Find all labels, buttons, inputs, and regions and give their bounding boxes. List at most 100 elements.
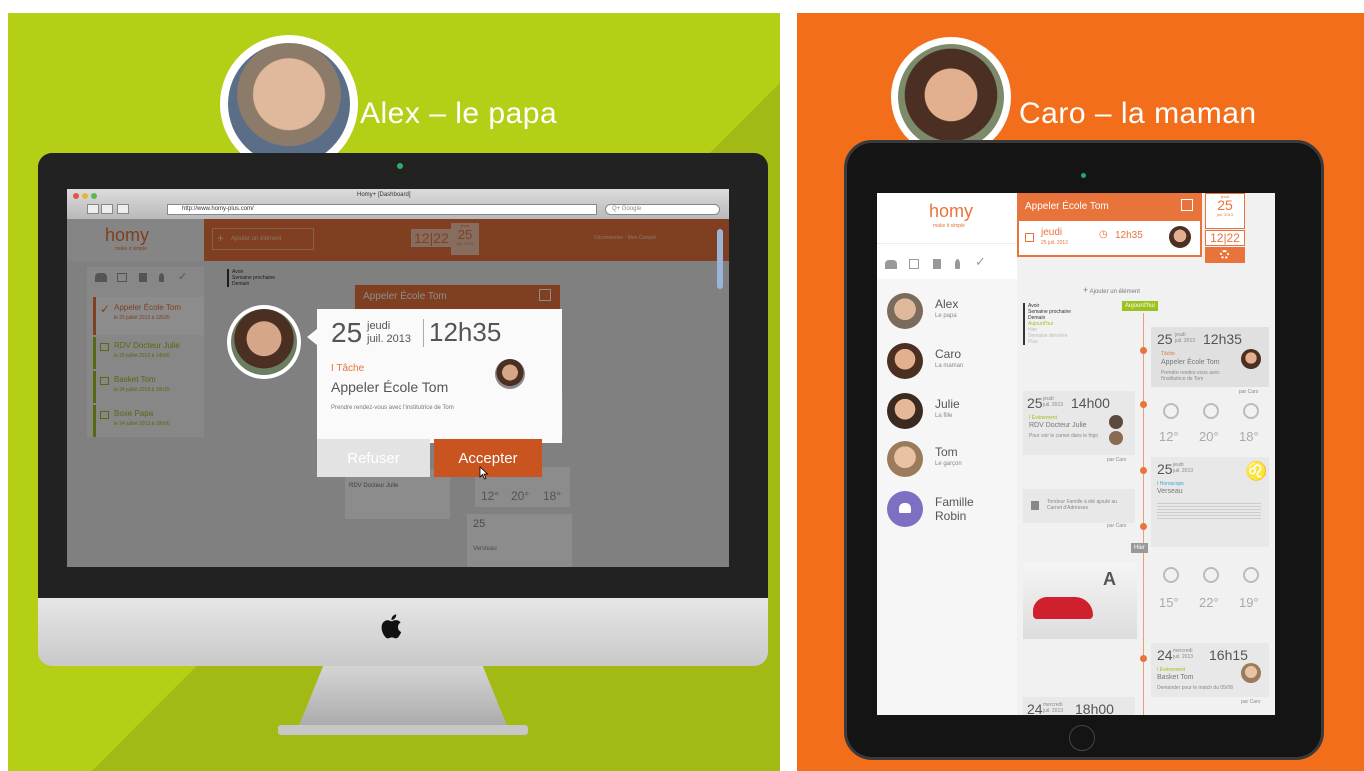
side-clock: 12|22 [1205, 230, 1245, 246]
caro-avatar [887, 343, 923, 379]
stage: Alex – le papa Homy+ [Dashboard] http://… [0, 0, 1364, 771]
card-day: 25 [1157, 461, 1173, 477]
card-author: par Caro [1107, 457, 1127, 463]
advertisement-image[interactable]: A [1023, 563, 1137, 639]
popup-pointer [307, 329, 317, 345]
card-desc: Demander pour le match du 05/08 [1157, 685, 1233, 691]
sidebar-person-caro[interactable]: Caro La maman [883, 341, 1008, 385]
ipad-sidebar: homy make it simple ✓ Alex Le papa Caro … [877, 193, 1017, 715]
card-time: 14h00 [1071, 395, 1110, 411]
refuse-button[interactable]: Refuser [317, 439, 430, 477]
card-author: par Caro [1239, 389, 1259, 395]
card-month: juil. 2013 [1043, 402, 1064, 408]
header-time: 12h35 [1115, 230, 1143, 241]
card-time: 12h35 [1203, 331, 1242, 347]
browser-search-field[interactable]: Q+ Google [605, 204, 720, 215]
calendar-icon [1025, 233, 1034, 242]
settings-button[interactable] [1205, 247, 1245, 263]
alex-avatar [228, 43, 350, 165]
card-time: 16h15 [1209, 647, 1248, 663]
person-name: Julie [935, 397, 960, 411]
user-avatar [1109, 415, 1123, 429]
back-button[interactable] [87, 204, 99, 214]
ipad-logo-area: homy make it simple [877, 193, 1017, 243]
close-window-icon[interactable] [73, 193, 79, 199]
cloud-icon [1243, 403, 1259, 419]
location-icon[interactable] [955, 259, 960, 269]
homy-logo-subtitle: make it simple [933, 223, 965, 229]
card-time: 18h00 [1075, 701, 1114, 715]
imac-screen: Homy+ [Dashboard] http://www.homy-plus.c… [67, 189, 729, 567]
reload-button[interactable] [117, 204, 129, 214]
popup-weekday: jeudi [367, 320, 391, 332]
timeline-task-card[interactable]: 25 jeudi juil. 2013 12h35 Tâche Appeler … [1151, 327, 1269, 387]
weather-temp: 18° [1239, 429, 1259, 444]
header-date: 25 juil. 2013 [1041, 240, 1068, 246]
card-day: 25 [1157, 331, 1173, 347]
minimize-window-icon[interactable] [82, 193, 88, 199]
popup-time: 12h35 [429, 317, 502, 347]
forward-button[interactable] [101, 204, 113, 214]
popup-day: 25 [331, 317, 363, 348]
filter-item[interactable]: Plus [1028, 339, 1071, 345]
imac-camera [397, 163, 403, 169]
timeline-dot [1140, 347, 1147, 354]
contact-card-icon [1031, 501, 1039, 510]
card-title: Appeler École Tom [1161, 359, 1220, 366]
edit-icon[interactable] [1181, 199, 1193, 211]
homy-logo[interactable]: homy [929, 201, 973, 222]
sidebar-person-famille[interactable]: Famille Robin [883, 489, 1008, 533]
notes-icon[interactable] [933, 259, 941, 269]
user-avatar [1109, 431, 1123, 445]
clock-icon: ◷ [1099, 229, 1108, 240]
user-avatar [1169, 226, 1191, 248]
group-icon-shape [899, 503, 911, 513]
person-name: Famille Robin [935, 495, 974, 523]
person-role: La fille [935, 413, 953, 419]
url-field[interactable]: http://www.homy-plus.com/ [167, 204, 597, 215]
sun-icon [1163, 567, 1179, 583]
popup-description: Prendre rendez-vous avec l'institutrice … [331, 405, 454, 411]
tom-avatar [887, 441, 923, 477]
caro-persona-label: Caro – la maman [1019, 97, 1257, 130]
imac-base [278, 725, 528, 735]
card-month: juil. 2013 [1173, 468, 1194, 474]
card-author: par Caro [1241, 699, 1261, 705]
person-name: Tom [935, 445, 958, 459]
people-icon[interactable] [885, 260, 897, 269]
user-avatar [1241, 663, 1261, 683]
imac-stand [298, 666, 508, 728]
weather-card: 12° 20° 18° [1153, 401, 1271, 457]
card-desc: Prendre rendez-vous avec l'institutrice … [1161, 370, 1220, 382]
calendar-icon[interactable] [909, 259, 919, 269]
browser-scrollbar[interactable] [717, 229, 723, 289]
timeline-dot [1140, 655, 1147, 662]
add-element-button[interactable]: + Ajouter un élément [1083, 285, 1140, 295]
card-type: I Horoscope [1157, 481, 1184, 487]
mouse-cursor-icon [479, 466, 489, 480]
person-name: Caro [935, 347, 962, 361]
horoscope-card[interactable]: 25 jeudi juil. 2013 I Horoscope Verseau … [1151, 457, 1269, 547]
sidebar-person-tom[interactable]: Tom Le garçon [883, 439, 1008, 483]
header-task-title: Appeler École Tom [1025, 201, 1109, 212]
sidebar-person-julie[interactable]: Julie La fille [883, 391, 1008, 435]
horoscope-text [1157, 501, 1261, 521]
checkmark-filter-icon[interactable]: ✓ [975, 254, 986, 270]
gear-icon [1220, 250, 1229, 259]
ipad-home-button[interactable] [1069, 725, 1095, 751]
caro-avatar-ring [891, 37, 1011, 157]
timeline-event-card[interactable]: 25 jeudi juil. 2013 14h00 I Événement RD… [1023, 391, 1135, 455]
popup-title: Appeler École Tom [331, 379, 449, 395]
person-role: Le garçon [935, 461, 962, 467]
zoom-window-icon[interactable] [91, 193, 97, 199]
add-element-label: Ajouter un élément [1089, 289, 1140, 295]
note-card[interactable]: Tondeur Famille à été ajouté au Carnet d… [1023, 489, 1135, 523]
timeline-event-card[interactable]: 24 mercredi juil. 2013 18h00 [1023, 697, 1135, 715]
card-type: Tâche [1161, 351, 1175, 357]
julie-avatar [887, 393, 923, 429]
timeline-event-card[interactable]: 24 mercredi juil. 2013 16h15 I Événement… [1151, 643, 1269, 697]
side-date-month: juil. 2013 [1216, 212, 1233, 217]
card-type: I Événement [1157, 667, 1186, 673]
card-title: Basket Tom [1157, 674, 1194, 681]
sidebar-person-alex[interactable]: Alex Le papa [883, 291, 1008, 335]
